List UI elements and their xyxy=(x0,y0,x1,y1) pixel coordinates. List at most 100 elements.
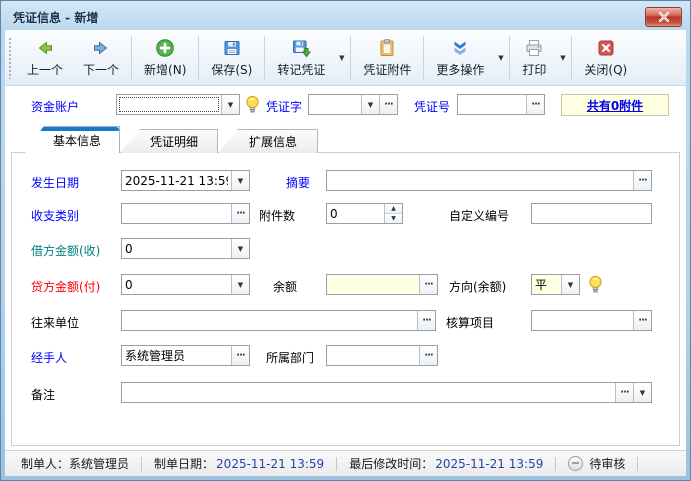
summary-browse-icon[interactable]: ··· xyxy=(633,171,651,190)
remark-browse-icon[interactable]: ··· xyxy=(615,383,633,402)
occur-date-combo[interactable]: ▼ xyxy=(121,170,250,191)
direction-dropdown-icon[interactable]: ▼ xyxy=(561,275,579,294)
accounting-item-label: 核算项目 xyxy=(446,314,494,331)
previous-label: 上一个 xyxy=(27,61,63,78)
modified-time-value: 2025-11-21 13:59 xyxy=(435,457,543,471)
debit-amount-input[interactable] xyxy=(122,239,231,258)
voucher-word-browse-icon[interactable]: ··· xyxy=(379,95,397,114)
created-date-value: 2025-11-21 13:59 xyxy=(216,457,324,471)
voucher-no-field[interactable]: ··· xyxy=(457,94,545,115)
remark-field[interactable]: ··· ▼ xyxy=(121,382,652,403)
close-button[interactable]: 关闭(Q) xyxy=(574,33,637,82)
partner-browse-icon[interactable]: ··· xyxy=(417,311,435,330)
window-close-button[interactable] xyxy=(645,7,682,27)
debit-amount-dropdown-icon[interactable]: ▼ xyxy=(231,239,249,258)
attach-count-spinner[interactable]: ▲ ▼ xyxy=(326,203,403,224)
arrow-right-icon xyxy=(91,38,111,58)
direction-hint-lightbulb-icon[interactable] xyxy=(588,275,603,294)
more-actions-button[interactable]: 更多操作 xyxy=(426,33,494,82)
statusbar-separator xyxy=(141,457,142,471)
handler-browse-icon[interactable]: ··· xyxy=(231,346,249,365)
tab-voucher-detail[interactable]: 凭证明细 xyxy=(120,129,218,153)
occur-date-input[interactable] xyxy=(122,171,231,190)
attachments-link[interactable]: 共有0附件 xyxy=(587,97,643,114)
credit-amount-input[interactable] xyxy=(122,275,231,294)
balance-input[interactable] xyxy=(327,275,419,294)
statusbar: 制单人：系统管理员 制单日期：2025-11-21 13:59 最后修改时间：2… xyxy=(5,450,686,476)
more-actions-label: 更多操作 xyxy=(436,61,484,78)
spin-up-icon[interactable]: ▲ xyxy=(385,204,402,214)
voucher-word-input[interactable] xyxy=(309,95,361,114)
custom-no-input[interactable] xyxy=(532,204,651,223)
accounting-item-field[interactable]: ··· xyxy=(531,310,652,331)
handler-field[interactable]: ··· xyxy=(121,345,250,366)
modified-time-label: 最后修改时间： xyxy=(349,455,433,472)
fund-account-hint-lightbulb-icon[interactable] xyxy=(245,95,260,114)
summary-field[interactable]: ··· xyxy=(326,170,652,191)
category-field[interactable]: ··· xyxy=(121,203,250,224)
partner-input[interactable] xyxy=(122,311,417,330)
partner-label: 往来单位 xyxy=(31,314,79,331)
titlebar: 凭证信息 - 新增 xyxy=(4,4,687,30)
voucher-attachment-button[interactable]: 凭证附件 xyxy=(353,33,421,82)
department-field[interactable]: ··· xyxy=(326,345,438,366)
voucher-word-combo[interactable]: ▼ ··· xyxy=(308,94,398,115)
audit-status: 待审核 xyxy=(568,455,625,472)
voucher-no-input[interactable] xyxy=(458,95,526,114)
window-body: 上一个 下一个 新增(N) xyxy=(5,30,686,476)
print-button[interactable]: 打印 xyxy=(512,33,556,82)
occur-date-dropdown-icon[interactable]: ▼ xyxy=(231,171,249,190)
fund-account-input[interactable] xyxy=(117,95,221,114)
credit-amount-dropdown-icon[interactable]: ▼ xyxy=(231,275,249,294)
save-transfer-icon xyxy=(291,38,311,58)
transfer-voucher-dropdown[interactable]: ▼ xyxy=(335,36,348,80)
transfer-voucher-label: 转记凭证 xyxy=(277,61,325,78)
save-button[interactable]: 保存(S) xyxy=(201,33,262,82)
more-actions-dropdown[interactable]: ▼ xyxy=(494,36,507,80)
department-input[interactable] xyxy=(327,346,419,365)
tab-extended-info[interactable]: 扩展信息 xyxy=(218,129,318,153)
toolbar-grip[interactable] xyxy=(8,37,12,79)
accounting-item-input[interactable] xyxy=(532,311,633,330)
accounting-item-browse-icon[interactable]: ··· xyxy=(633,311,651,330)
direction-input[interactable] xyxy=(532,275,561,294)
save-icon xyxy=(222,38,242,58)
content-area: 资金账户 ▼ 凭证字 ▼ ··· 凭证号 xyxy=(5,86,686,450)
direction-combo[interactable]: ▼ xyxy=(531,274,580,295)
attach-count-input[interactable] xyxy=(327,204,384,223)
voucher-word-label: 凭证字 xyxy=(266,98,302,115)
printer-icon xyxy=(524,38,544,58)
remark-dropdown-icon[interactable]: ▼ xyxy=(633,383,651,402)
tab-basic-info[interactable]: 基本信息 xyxy=(24,126,120,153)
creator-label: 制单人： xyxy=(21,455,69,472)
voucher-attachment-label: 凭证附件 xyxy=(363,61,411,78)
category-browse-icon[interactable]: ··· xyxy=(231,204,249,223)
voucher-no-browse-icon[interactable]: ··· xyxy=(526,95,544,114)
debit-amount-combo[interactable]: ▼ xyxy=(121,238,250,259)
toolbar-separator xyxy=(350,36,351,80)
handler-input[interactable] xyxy=(122,346,231,365)
new-label: 新增(N) xyxy=(144,61,186,78)
remark-input[interactable] xyxy=(122,383,615,402)
created-date-label: 制单日期： xyxy=(154,455,214,472)
category-input[interactable] xyxy=(122,204,231,223)
voucher-word-dropdown-icon[interactable]: ▼ xyxy=(361,95,379,114)
occur-date-label: 发生日期 xyxy=(31,174,79,191)
transfer-voucher-button[interactable]: 转记凭证 xyxy=(267,33,335,82)
fund-account-combo[interactable]: ▼ xyxy=(116,94,240,115)
previous-button[interactable]: 上一个 xyxy=(17,33,73,82)
credit-amount-combo[interactable]: ▼ xyxy=(121,274,250,295)
handler-label: 经手人 xyxy=(31,349,67,366)
new-button[interactable]: 新增(N) xyxy=(134,33,196,82)
fund-account-dropdown-icon[interactable]: ▼ xyxy=(221,95,239,114)
custom-no-field[interactable] xyxy=(531,203,652,224)
partner-field[interactable]: ··· xyxy=(121,310,436,331)
department-browse-icon[interactable]: ··· xyxy=(419,346,437,365)
balance-field[interactable]: ··· xyxy=(326,274,438,295)
spin-down-icon[interactable]: ▼ xyxy=(385,214,402,223)
print-dropdown[interactable]: ▼ xyxy=(556,36,569,80)
summary-input[interactable] xyxy=(327,171,633,190)
balance-browse-icon[interactable]: ··· xyxy=(419,275,437,294)
next-button[interactable]: 下一个 xyxy=(73,33,129,82)
statusbar-separator xyxy=(555,457,556,471)
